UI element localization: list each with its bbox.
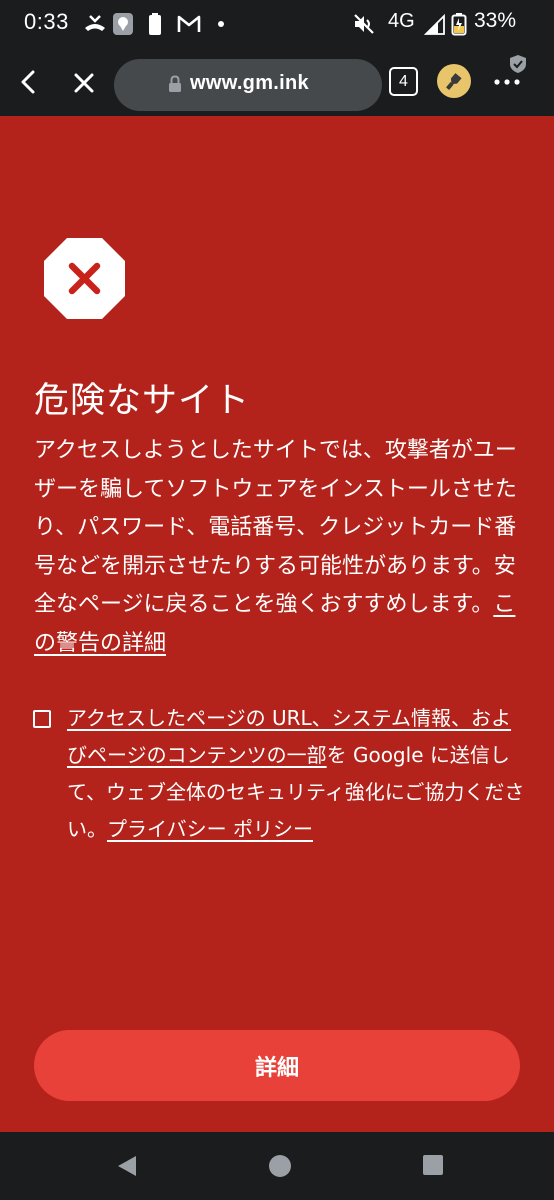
- shield-icon: [510, 55, 526, 73]
- battery-icon: [149, 13, 161, 35]
- close-icon[interactable]: [73, 72, 95, 94]
- url-text: www.gm.ink: [190, 72, 309, 94]
- back-icon[interactable]: [17, 70, 39, 94]
- missed-call-icon: [85, 15, 105, 31]
- lock-icon: [169, 75, 181, 92]
- signal-icon: [424, 13, 445, 35]
- extension-icon[interactable]: [437, 64, 471, 98]
- navigation-bar: [0, 1132, 554, 1200]
- network-type: 4G: [388, 10, 415, 32]
- warning-body-text: アクセスしようとしたサイトでは、攻撃者がユーザーを騙してソフトウェアをインストー…: [34, 438, 517, 617]
- location-icon: [113, 13, 133, 35]
- address-bar[interactable]: www.gm.ink: [114, 59, 382, 111]
- nav-recents-icon[interactable]: [422, 1154, 444, 1176]
- browser-toolbar: www.gm.ink 4: [0, 48, 554, 116]
- gmail-icon: [177, 15, 201, 32]
- interstitial-content: 危険なサイト アクセスしようとしたサイトでは、攻撃者がユーザーを騙してソフトウェ…: [0, 116, 554, 1132]
- mute-icon: [354, 14, 374, 34]
- dot-icon: [218, 21, 224, 27]
- page-title: 危険なサイト: [34, 381, 251, 421]
- menu-icon[interactable]: [494, 78, 520, 86]
- nav-back-icon[interactable]: [116, 1154, 138, 1178]
- status-bar: 0:33 4G 33%: [0, 0, 554, 48]
- danger-icon: [44, 238, 125, 319]
- tab-switcher-button[interactable]: 4: [389, 67, 418, 96]
- report-consent-text: アクセスしたページの URL、システム情報、およびページのコンテンツの一部を G…: [67, 700, 527, 848]
- status-time: 0:33: [24, 9, 69, 34]
- screen: 0:33 4G 33% www.gm.ink 4 危険なサイト アクセスしようと…: [0, 0, 554, 1200]
- warning-description: アクセスしようとしたサイトでは、攻撃者がユーザーを騙してソフトウェアをインストー…: [34, 432, 524, 663]
- battery-percent: 33%: [474, 9, 517, 32]
- battery-saver-icon: [451, 13, 467, 36]
- report-checkbox[interactable]: [33, 710, 51, 728]
- details-button[interactable]: 詳細: [34, 1030, 520, 1101]
- privacy-policy-link[interactable]: プライバシー ポリシー: [107, 817, 313, 841]
- nav-home-icon[interactable]: [268, 1154, 292, 1178]
